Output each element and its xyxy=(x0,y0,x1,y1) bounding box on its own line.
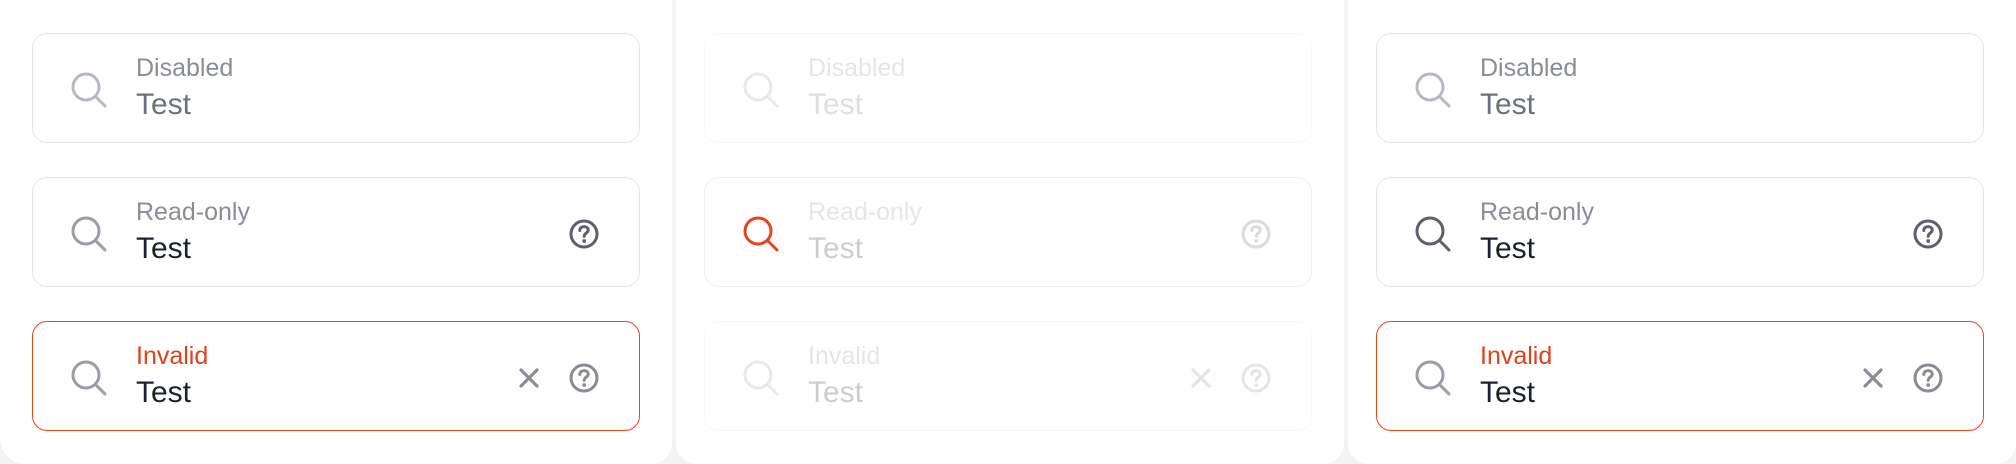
field-value: Test xyxy=(136,232,192,265)
search-icon xyxy=(739,356,783,400)
search-icon xyxy=(67,212,111,256)
field-label: Read-only xyxy=(1480,198,1594,226)
invalid-search-field: Invalid Test xyxy=(704,321,1312,431)
help-icon[interactable] xyxy=(1911,361,1945,395)
field-value: Test xyxy=(1480,232,1536,265)
invalid-search-field[interactable]: Invalid Test xyxy=(1376,321,1984,431)
close-icon[interactable] xyxy=(1857,362,1889,394)
field-label: Invalid xyxy=(808,342,881,370)
field-value: Test xyxy=(136,376,192,409)
search-icon xyxy=(1411,212,1455,256)
help-icon xyxy=(1239,361,1273,395)
readonly-search-field[interactable]: Read-only Test xyxy=(1376,177,1984,287)
readonly-search-field[interactable]: Read-only Test xyxy=(32,177,640,287)
column-disabled-group: Disabled Test Read-only Test Invalid Tes… xyxy=(676,0,1344,464)
field-label: Read-only xyxy=(136,198,250,226)
column-alternate: Disabled Test Read-only Test Invalid Tes… xyxy=(1348,0,2016,464)
help-icon[interactable] xyxy=(1911,217,1945,251)
field-label: Disabled xyxy=(136,54,234,82)
search-icon xyxy=(739,212,783,256)
readonly-search-field: Read-only Test xyxy=(704,177,1312,287)
field-states-showcase: Disabled Test Read-only Test Invalid Tes… xyxy=(0,0,2016,464)
field-value: Test xyxy=(136,88,192,121)
help-icon[interactable] xyxy=(567,217,601,251)
disabled-search-field: Disabled Test xyxy=(32,33,640,143)
disabled-search-field: Disabled Test xyxy=(704,33,1312,143)
field-label: Disabled xyxy=(1480,54,1578,82)
field-value: Test xyxy=(1480,88,1536,121)
search-icon xyxy=(67,68,111,112)
field-value: Test xyxy=(808,88,864,121)
close-icon[interactable] xyxy=(513,362,545,394)
search-icon xyxy=(67,356,111,400)
disabled-search-field: Disabled Test xyxy=(1376,33,1984,143)
field-label: Invalid xyxy=(1480,342,1553,370)
close-icon xyxy=(1185,362,1217,394)
invalid-search-field[interactable]: Invalid Test xyxy=(32,321,640,431)
field-value: Test xyxy=(808,376,864,409)
search-icon xyxy=(1411,356,1455,400)
column-default: Disabled Test Read-only Test Invalid Tes… xyxy=(0,0,672,464)
search-icon xyxy=(739,68,783,112)
help-icon xyxy=(1239,217,1273,251)
help-icon[interactable] xyxy=(567,361,601,395)
field-label: Invalid xyxy=(136,342,209,370)
search-icon xyxy=(1411,68,1455,112)
field-value: Test xyxy=(808,232,864,265)
field-label: Read-only xyxy=(808,198,922,226)
field-value: Test xyxy=(1480,376,1536,409)
field-label: Disabled xyxy=(808,54,906,82)
